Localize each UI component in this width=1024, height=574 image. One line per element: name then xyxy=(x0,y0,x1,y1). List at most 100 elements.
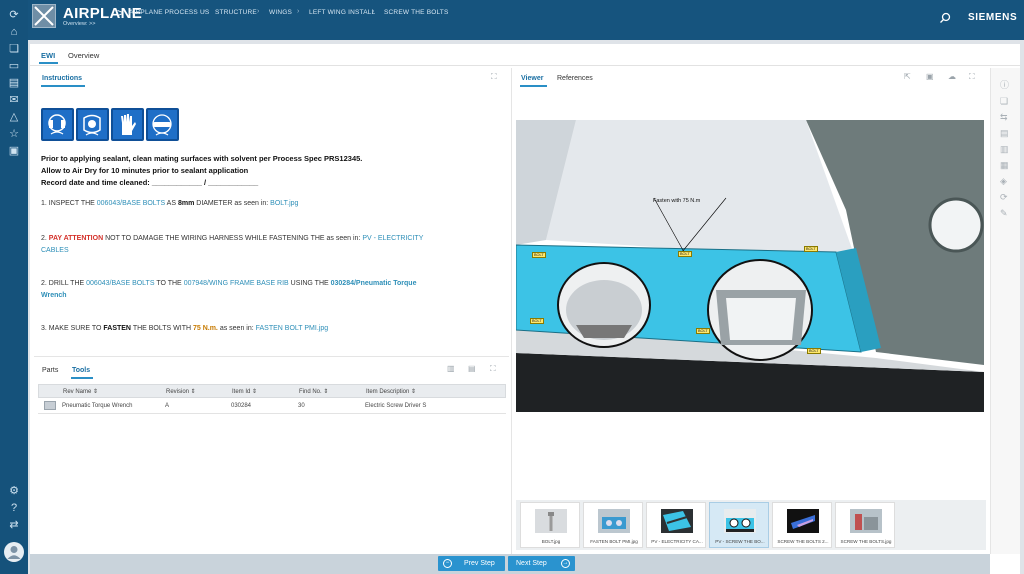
main-panel: EWI Overview Instructions ⛶ Prior to app… xyxy=(30,44,1020,574)
chat-icon[interactable]: ❏ xyxy=(7,42,21,56)
markup-icon[interactable]: ✎ xyxy=(1000,208,1008,219)
thumbnail-item[interactable]: SCREW THE BOLTS 2... xyxy=(772,502,832,548)
search-icon[interactable] xyxy=(939,12,951,27)
attachment-icon[interactable]: ▤ xyxy=(1000,128,1009,139)
document-icon[interactable]: ▤ xyxy=(7,76,21,90)
step-text: 2. DRILL THE xyxy=(41,280,87,287)
settings-icon[interactable]: ⚙ xyxy=(7,484,21,498)
thumbnail-item[interactable]: FASTEN BOLT PMI.jpg xyxy=(583,502,643,548)
face-shield-icon xyxy=(76,108,109,141)
thumbnail-item[interactable]: SCREW THE BOLTS.jpg xyxy=(835,502,895,548)
snapshot-icon[interactable]: ▣ xyxy=(926,72,934,81)
app-root: AIRPLANE > AIRPLANE PROCESS US › STRUCTU… xyxy=(0,0,1024,574)
comments-icon[interactable]: ❏ xyxy=(1000,96,1008,107)
refresh-icon[interactable]: ⟳ xyxy=(7,8,21,22)
title-separator: > xyxy=(117,6,125,20)
expand-icon[interactable]: ⛶ xyxy=(490,364,496,374)
image-link[interactable]: CABLES xyxy=(41,247,69,254)
alert-icon[interactable]: △ xyxy=(7,110,21,124)
avatar[interactable] xyxy=(4,542,24,562)
tab-tools[interactable]: Tools xyxy=(72,367,90,374)
image-link[interactable]: FASTEN BOLT PMI.jpg xyxy=(256,325,329,332)
column-label: Find No. xyxy=(299,389,322,395)
tool-link[interactable]: Wrench xyxy=(41,292,67,299)
table-view-icon[interactable]: ▤ xyxy=(468,364,476,373)
layers-icon[interactable]: ◈ xyxy=(1000,176,1007,187)
bolt-marker[interactable]: BOLT xyxy=(532,252,546,258)
breadcrumb-item[interactable]: AIRPLANE PROCESS US xyxy=(129,9,209,16)
report-icon[interactable]: ▦ xyxy=(1000,160,1009,171)
tab-active-indicator xyxy=(41,85,85,87)
image-link[interactable]: BOLT.jpg xyxy=(270,200,298,207)
breadcrumb-item[interactable]: LEFT WING INSTALL xyxy=(309,9,375,16)
tab-overview[interactable]: Overview xyxy=(68,51,99,60)
cloud-icon[interactable]: ☁ xyxy=(948,72,956,81)
part-link[interactable]: 006043/BASE BOLTS xyxy=(86,280,154,287)
image-link[interactable]: PV - ELECTRICITY xyxy=(362,235,423,242)
column-header-item-id[interactable]: Item Id ⇕ xyxy=(232,388,257,395)
breadcrumb-item[interactable]: WINGS xyxy=(269,9,292,16)
favorites-icon[interactable]: ☆ xyxy=(7,127,21,141)
part-link[interactable]: 007948/WING FRAME BASE RIB xyxy=(184,280,289,287)
thumbnail-item[interactable]: BOLT.jpg xyxy=(520,502,580,548)
expand-icon[interactable]: ⛶ xyxy=(491,72,497,82)
share-icon[interactable]: ⇆ xyxy=(1000,112,1008,123)
table-row[interactable]: Pneumatic Torque Wrench A 030284 30 Elec… xyxy=(38,398,506,414)
step-attention: 2. PAY ATTENTION NOT TO DAMAGE THE WIRIN… xyxy=(41,233,481,256)
cell-item-description: Electric Screw Driver S xyxy=(365,403,427,409)
breadcrumb-item-current[interactable]: SCREW THE BOLTS xyxy=(384,9,449,16)
3d-viewer-canvas[interactable]: Fasten with 75 N.m BOLT BOLT BOLT BOLT B… xyxy=(516,120,984,412)
thumbnail-item[interactable]: PV - ELECTRICITY CA... xyxy=(646,502,706,548)
left-nav-rail: ⟳ ⌂ ❏ ▭ ▤ ✉ △ ☆ ▣ ⚙ ? ⇄ xyxy=(0,0,28,574)
column-label: Item Id xyxy=(232,389,251,395)
document-icon[interactable]: ▥ xyxy=(1000,144,1009,155)
bolt-marker[interactable]: BOLT xyxy=(804,246,818,252)
pmi-annotation: Fasten with 75 N.m xyxy=(653,198,701,204)
bolt-marker[interactable]: BOLT xyxy=(530,318,544,324)
thumbnail-item-selected[interactable]: PV - SCREW THE BO... xyxy=(709,502,769,548)
cell-revision: A xyxy=(165,403,170,409)
part-link[interactable]: 006043/BASE BOLTS xyxy=(97,200,165,207)
open-external-icon[interactable]: ⇱ xyxy=(904,72,911,81)
column-header-revision[interactable]: Revision ⇕ xyxy=(166,388,196,395)
bolt-marker[interactable]: BOLT xyxy=(807,348,821,354)
language-icon[interactable]: ⇄ xyxy=(7,518,21,532)
prep-instruction: Record date and time cleaned: __________… xyxy=(41,178,259,187)
info-icon[interactable]: ⓘ xyxy=(1000,78,1009,91)
tool-link[interactable]: 030284/Pneumatic Torque xyxy=(331,280,417,287)
step-text: 3. MAKE SURE TO xyxy=(41,325,104,332)
history-icon[interactable]: ▣ xyxy=(7,144,21,158)
folder-icon[interactable]: ▭ xyxy=(7,59,21,73)
bolt-marker[interactable]: BOLT xyxy=(696,328,710,334)
step-navigation-bar: − Prev Step Next Step → xyxy=(30,554,990,574)
column-header-find-no[interactable]: Find No. ⇕ xyxy=(299,388,328,395)
chart-icon[interactable]: ▥ xyxy=(447,364,455,373)
breadcrumb-item[interactable]: STRUCTURE xyxy=(215,9,257,16)
warning-text: PAY ATTENTION xyxy=(48,235,104,242)
app-logo-icon[interactable] xyxy=(32,4,56,28)
next-step-button[interactable]: Next Step → xyxy=(508,556,575,571)
column-header-item-description[interactable]: Item Description ⇕ xyxy=(366,388,416,395)
instructions-pane: Instructions ⛶ Prior to applying sealant… xyxy=(34,68,509,554)
expand-icon[interactable]: ⛶ xyxy=(969,72,975,82)
step-text: AS xyxy=(165,200,178,207)
tab-ewi[interactable]: EWI xyxy=(41,51,55,60)
diameter-value: 8mm xyxy=(177,200,195,207)
overview-subline[interactable]: Overview: >> xyxy=(63,21,95,27)
arrow-left-icon: − xyxy=(443,559,452,568)
sync-icon[interactable]: ⟳ xyxy=(1000,192,1008,203)
emphasis-text: FASTEN xyxy=(103,325,131,332)
tab-references[interactable]: References xyxy=(557,75,593,82)
tab-viewer[interactable]: Viewer xyxy=(521,75,543,82)
thumbnail-caption: FASTEN BOLT PMI.jpg xyxy=(590,539,638,544)
home-icon[interactable]: ⌂ xyxy=(7,25,21,39)
tab-parts[interactable]: Parts xyxy=(42,367,58,374)
inbox-icon[interactable]: ✉ xyxy=(7,93,21,107)
tab-instructions[interactable]: Instructions xyxy=(42,75,82,82)
help-icon[interactable]: ? xyxy=(7,501,21,515)
brand-logo: SIEMENS xyxy=(968,12,1018,23)
column-header-rev-name[interactable]: Rev Name ⇕ xyxy=(63,388,98,395)
thumbnail-caption: PV - SCREW THE BO... xyxy=(715,539,765,544)
prev-step-button[interactable]: − Prev Step xyxy=(438,556,505,571)
bolt-marker[interactable]: BOLT xyxy=(678,251,692,257)
